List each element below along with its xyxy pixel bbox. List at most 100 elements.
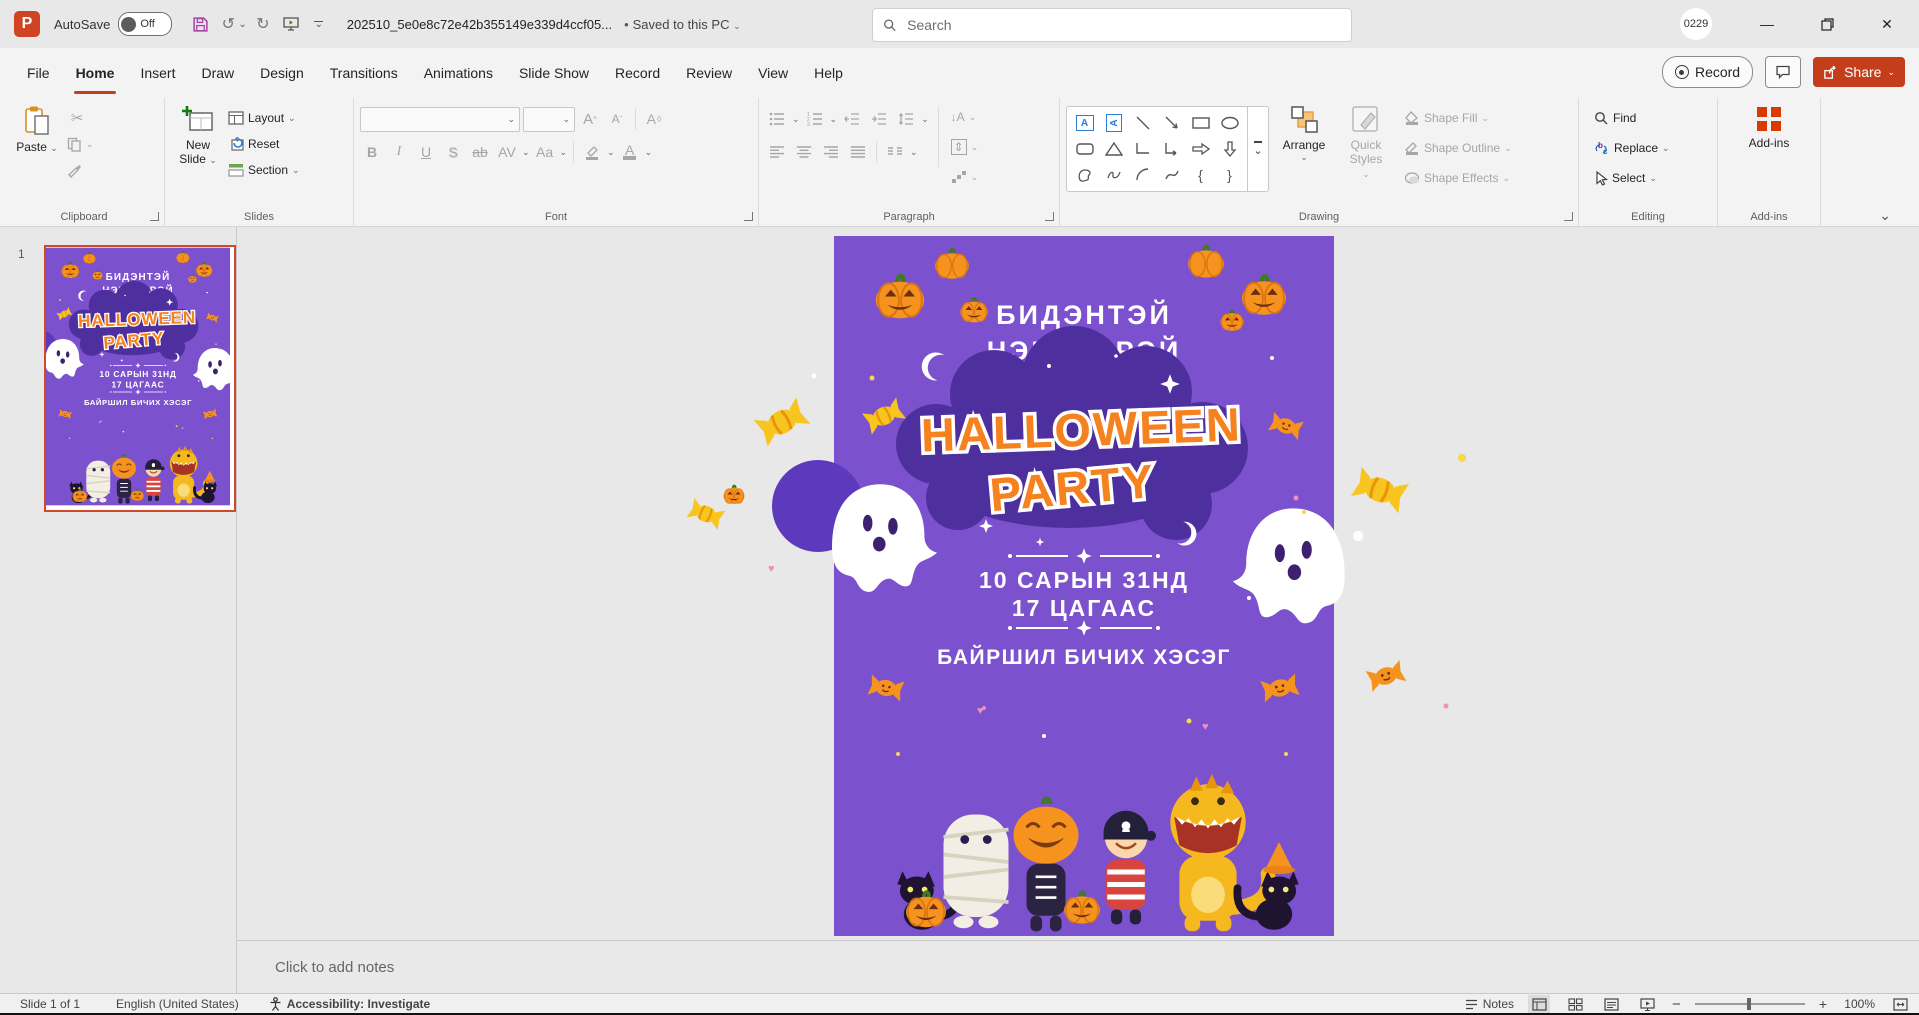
font-color-button[interactable]: A — [618, 141, 642, 163]
normal-view-button[interactable] — [1528, 995, 1550, 1013]
shape-arc[interactable] — [1128, 162, 1157, 188]
paragraph-dialog-launcher[interactable] — [1045, 212, 1054, 221]
tab-design[interactable]: Design — [247, 48, 317, 98]
increase-font-size-button[interactable]: A^ — [578, 108, 602, 130]
section-button[interactable]: Section⌄ — [225, 157, 303, 183]
character-spacing-button[interactable]: AV — [495, 141, 519, 163]
clipboard-dialog-launcher[interactable] — [150, 212, 159, 221]
text-shadow-button[interactable]: S — [441, 141, 465, 163]
shape-oval[interactable] — [1215, 110, 1244, 136]
align-right-button[interactable] — [819, 141, 843, 163]
columns-button[interactable] — [883, 141, 907, 163]
notes-placeholder[interactable]: Click to add notes — [275, 959, 394, 976]
zoom-in-button[interactable]: + — [1819, 996, 1827, 1012]
reading-view-button[interactable] — [1600, 995, 1622, 1013]
slide-sorter-view-button[interactable] — [1564, 995, 1586, 1013]
save-button[interactable] — [186, 10, 214, 38]
bold-button[interactable]: B — [360, 141, 384, 163]
shape-elbow-arrow-connector[interactable] — [1157, 136, 1186, 162]
font-size-combo[interactable]: ⌄ — [523, 107, 575, 132]
shape-down-arrow[interactable] — [1215, 136, 1244, 162]
shape-left-brace[interactable]: { — [1186, 162, 1215, 188]
shape-outline-button[interactable]: Shape Outline⌄ — [1401, 135, 1515, 161]
clear-formatting-button[interactable]: A◊ — [642, 108, 666, 130]
shape-line[interactable] — [1128, 110, 1157, 136]
numbering-button[interactable]: 123 — [803, 108, 827, 130]
align-left-button[interactable] — [765, 141, 789, 163]
cut-button[interactable]: ✂ — [64, 105, 97, 131]
convert-to-smartart-button[interactable]: ⌄ — [948, 164, 982, 190]
copy-button[interactable]: ⌄ — [64, 131, 97, 157]
notes-toggle[interactable]: Notes — [1465, 997, 1514, 1011]
shape-effects-button[interactable]: Shape Effects⌄ — [1401, 165, 1515, 191]
increase-indent-button[interactable] — [867, 108, 891, 130]
shape-rounded-rectangle[interactable] — [1070, 136, 1099, 162]
find-button[interactable]: Find — [1591, 105, 1711, 131]
shape-curve[interactable] — [1157, 162, 1186, 188]
comments-button[interactable] — [1765, 56, 1801, 88]
undo-dropdown-chevron[interactable]: ⌄ — [238, 19, 246, 30]
shape-triangle[interactable] — [1099, 136, 1128, 162]
tab-view[interactable]: View — [745, 48, 801, 98]
shape-right-arrow[interactable] — [1186, 136, 1215, 162]
shape-freeform[interactable] — [1070, 162, 1099, 188]
restore-button[interactable] — [1804, 0, 1850, 48]
minimize-button[interactable]: — — [1744, 0, 1790, 48]
highlight-chevron[interactable]: ⌄ — [607, 147, 615, 158]
shape-elbow-connector[interactable] — [1128, 136, 1157, 162]
redo-button[interactable]: ↻ — [249, 10, 277, 38]
shape-fill-button[interactable]: Shape Fill⌄ — [1401, 105, 1515, 131]
zoom-slider-handle[interactable] — [1747, 998, 1751, 1010]
tab-file[interactable]: File — [14, 48, 63, 98]
shape-scribble[interactable] — [1099, 162, 1128, 188]
line-spacing-button[interactable] — [894, 108, 918, 130]
start-slideshow-button[interactable] — [277, 10, 305, 38]
change-case-button[interactable]: Aa — [533, 141, 557, 163]
tab-slide-show[interactable]: Slide Show — [506, 48, 602, 98]
shape-vertical-text-box[interactable]: A — [1099, 110, 1128, 136]
font-color-chevron[interactable]: ⌄ — [645, 147, 653, 158]
shape-right-brace[interactable]: } — [1215, 162, 1244, 188]
bullets-button[interactable] — [765, 108, 789, 130]
collapse-ribbon-button[interactable]: ⌄ — [1879, 207, 1891, 224]
arrange-button[interactable]: Arrange ⌄ — [1277, 103, 1331, 163]
tab-record[interactable]: Record — [602, 48, 673, 98]
underline-button[interactable]: U — [414, 141, 438, 163]
account-badge[interactable]: 0229 — [1680, 8, 1712, 40]
tab-animations[interactable]: Animations — [411, 48, 506, 98]
paste-button[interactable]: Paste ⌄ — [10, 103, 64, 155]
close-button[interactable]: ✕ — [1864, 0, 1910, 48]
reset-button[interactable]: Reset — [225, 131, 303, 157]
tab-transitions[interactable]: Transitions — [317, 48, 411, 98]
character-spacing-chevron[interactable]: ⌄ — [522, 147, 530, 158]
text-highlight-button[interactable] — [580, 141, 604, 163]
drawing-dialog-launcher[interactable] — [1564, 212, 1573, 221]
fit-slide-to-window-button[interactable] — [1889, 995, 1911, 1013]
tab-review[interactable]: Review — [673, 48, 745, 98]
shape-line-arrow[interactable] — [1157, 110, 1186, 136]
saved-status[interactable]: •Saved to this PC ⌄ — [620, 17, 741, 32]
font-dialog-launcher[interactable] — [744, 212, 753, 221]
change-case-chevron[interactable]: ⌄ — [560, 147, 568, 158]
slide-show-button[interactable] — [1636, 995, 1658, 1013]
quick-styles-button[interactable]: Quick Styles ⌄ — [1339, 103, 1393, 181]
replace-button[interactable]: bc Replace⌄ — [1591, 135, 1711, 161]
slide-thumbnail[interactable] — [44, 245, 236, 512]
decrease-indent-button[interactable] — [840, 108, 864, 130]
format-painter-button[interactable] — [64, 157, 97, 183]
italic-button[interactable]: I — [387, 141, 411, 163]
zoom-out-button[interactable]: − — [1672, 996, 1681, 1013]
new-slide-button[interactable]: New Slide ⌄ — [171, 103, 225, 167]
tab-home[interactable]: Home — [63, 48, 128, 98]
accessibility-status[interactable]: Accessibility: Investigate — [269, 997, 430, 1011]
layout-button[interactable]: Layout⌄ — [225, 105, 303, 131]
select-button[interactable]: Select⌄ — [1591, 165, 1711, 191]
powerpoint-logo-icon[interactable]: P — [14, 11, 40, 37]
align-center-button[interactable] — [792, 141, 816, 163]
addins-button[interactable]: Add-ins — [1742, 103, 1796, 150]
search-input[interactable] — [905, 16, 1341, 34]
autosave-toggle[interactable]: Off — [118, 12, 172, 36]
decrease-font-size-button[interactable]: Aˇ — [605, 108, 629, 130]
tab-help[interactable]: Help — [801, 48, 856, 98]
notes-pane[interactable]: Click to add notes — [237, 940, 1919, 994]
